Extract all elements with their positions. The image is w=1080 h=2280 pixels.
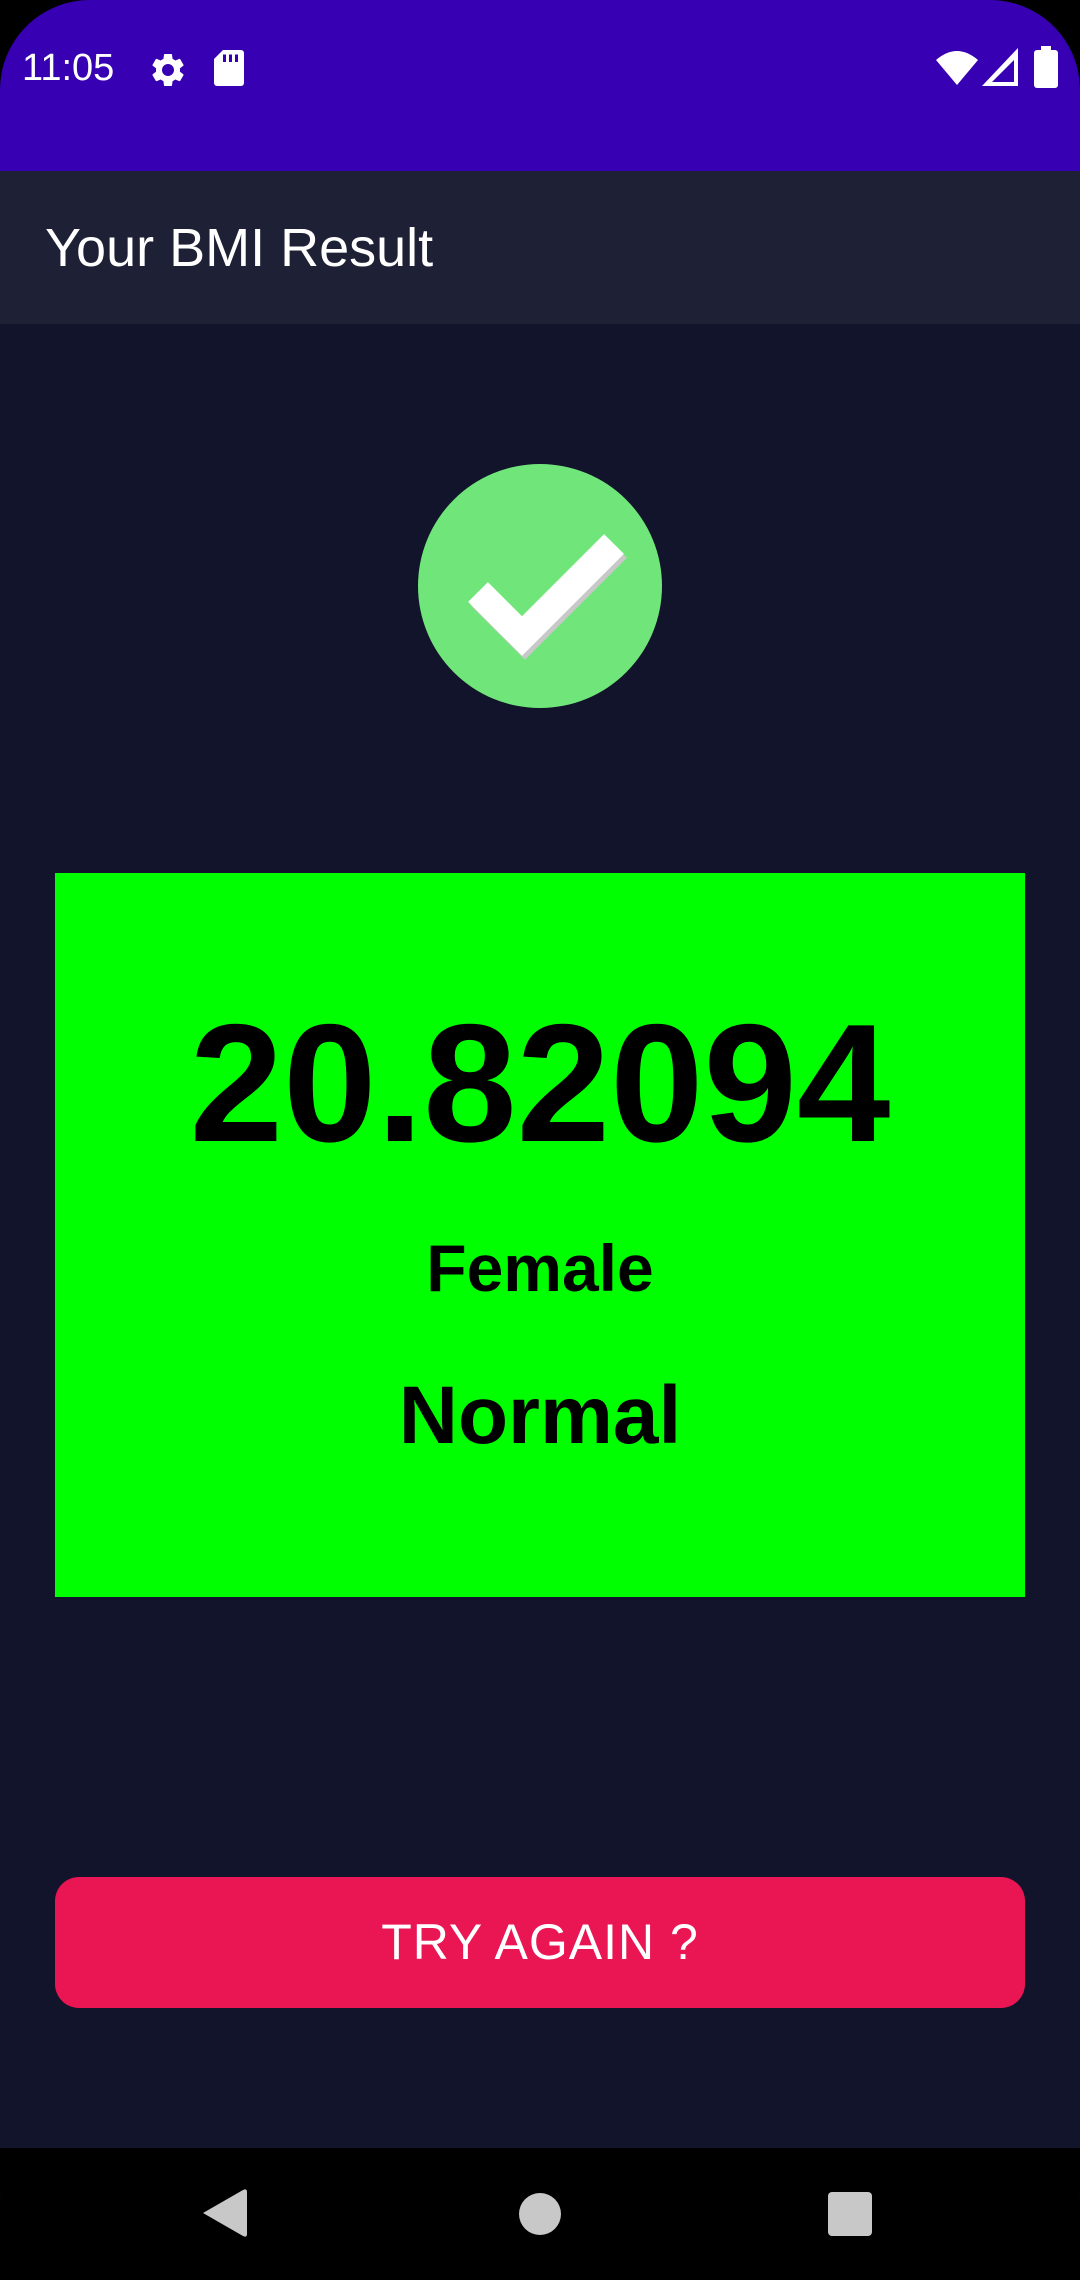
page-title: Your BMI Result <box>45 218 434 278</box>
navigation-bar <box>0 2148 1080 2280</box>
status-time: 11:05 <box>22 47 115 89</box>
bmi-value: 20.82094 <box>189 989 891 1177</box>
home-icon[interactable] <box>518 2192 562 2236</box>
signal-icon <box>982 48 1018 86</box>
app-bar: Your BMI Result <box>0 171 1080 324</box>
bmi-category: Normal <box>398 1370 682 1461</box>
try-again-button[interactable]: TRY AGAIN ? <box>55 1877 1025 2008</box>
recents-icon[interactable] <box>828 2192 872 2236</box>
status-bar: 11:05 <box>0 0 1080 171</box>
checkmark-icon <box>418 464 662 708</box>
back-icon[interactable] <box>203 2188 247 2238</box>
gear-icon <box>152 53 184 86</box>
gender-label: Female <box>426 1231 654 1305</box>
battery-icon <box>1034 46 1058 88</box>
result-card: 20.82094 Female Normal <box>55 873 1025 1597</box>
phone-screen: 11:05 Your BMI Result 20.82094 Female No… <box>0 0 1080 2280</box>
wifi-icon <box>936 51 978 85</box>
result-content: 20.82094 Female Normal TRY AGAIN ? <box>0 324 1080 2148</box>
sd-card-icon <box>214 50 244 86</box>
